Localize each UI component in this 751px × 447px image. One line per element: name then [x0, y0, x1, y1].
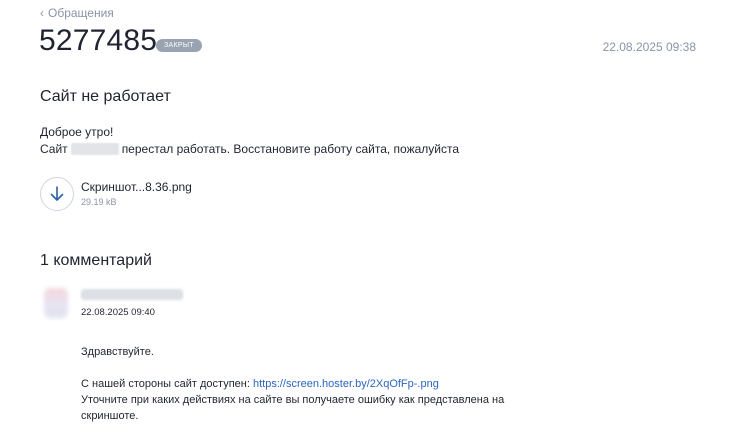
attachment-size: 29.19 kB — [81, 197, 117, 207]
download-arrow-icon — [50, 186, 64, 201]
back-to-requests-link[interactable]: ‹ Обращения — [40, 6, 114, 20]
redacted-author-name — [81, 289, 183, 300]
redacted-site-name — [70, 143, 119, 155]
comment-line-3: скриншоте. — [81, 410, 139, 422]
message-line-2-start: Сайт — [40, 142, 68, 156]
comments-heading: 1 комментарий — [40, 252, 152, 269]
ticket-datetime: 22.08.2025 09:38 — [602, 40, 696, 54]
chevron-left-icon: ‹ — [40, 6, 44, 20]
message-line-2: Сайт перестал работать. Восстановите рабо… — [40, 141, 459, 158]
screenshot-link[interactable]: https://screen.hoster.by/2XqOfFp-.png — [253, 378, 439, 390]
back-link-label: Обращения — [48, 6, 114, 20]
message-line-2-end: перестал работать. Восстановите работу с… — [121, 142, 460, 156]
message-line-1: Доброе утро! — [40, 125, 114, 139]
ticket-message: Доброе утро! Сайт перестал работать. Восс… — [40, 124, 459, 158]
comment-line-2: Уточните при каких действиях на сайте вы… — [81, 394, 505, 406]
status-badge: ЗАКРЫТ — [156, 39, 202, 52]
comment-text-prefix: С нашей стороны сайт доступен: — [81, 378, 253, 390]
avatar — [44, 288, 68, 318]
attachment-download-button[interactable] — [40, 177, 74, 211]
ticket-id: 5277485 — [39, 24, 158, 57]
comment-datetime: 22.08.2025 09:40 — [81, 307, 155, 318]
comment-line-1: С нашей стороны сайт доступен: https://s… — [81, 376, 521, 392]
comment-greeting: Здравствуйте. — [81, 346, 154, 358]
attachment-filename[interactable]: Скриншот...8.36.png — [81, 180, 192, 194]
ticket-subject: Сайт не работает — [40, 88, 171, 105]
comment-body: Здравствуйте. С нашей стороны сайт досту… — [81, 344, 521, 424]
